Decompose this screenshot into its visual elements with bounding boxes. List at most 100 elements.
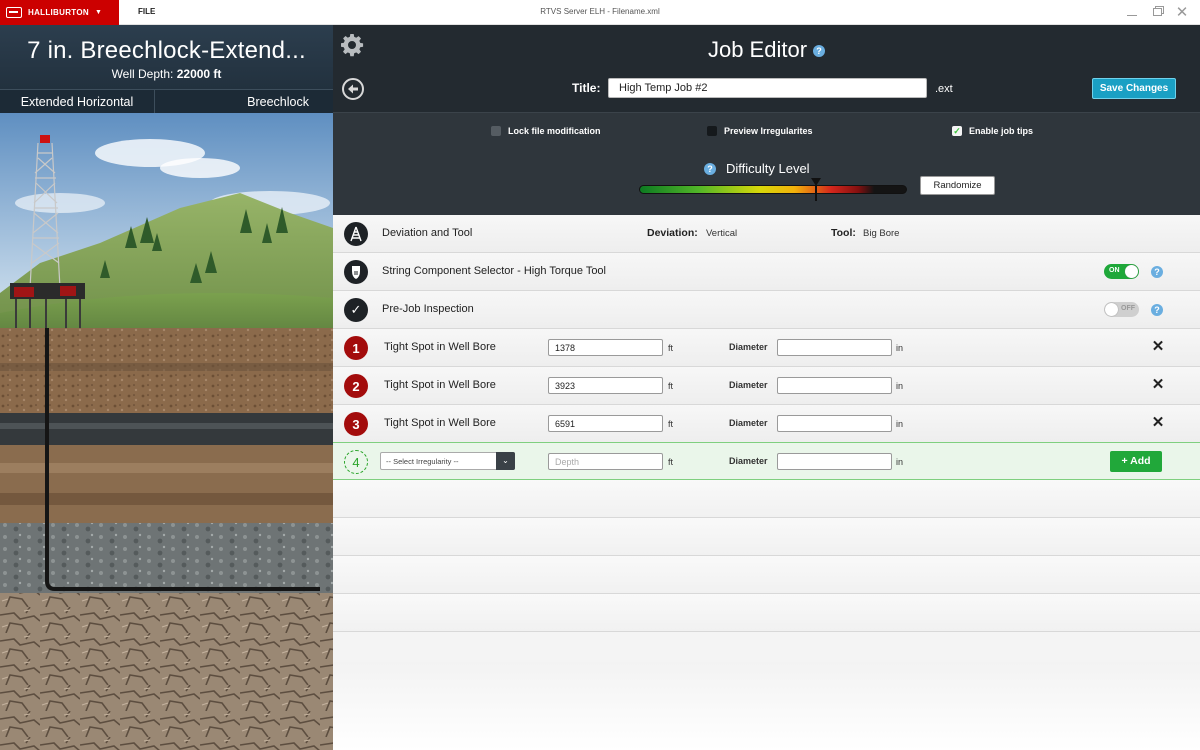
irregularity-row[interactable]: 2 Tight Spot in Well Bore ft Diameter in… [333,367,1200,405]
remove-icon[interactable]: ✕ [1151,376,1165,394]
randomize-button[interactable]: Randomize [920,176,995,195]
close-window-button[interactable]: ✕ [1174,4,1190,21]
depth-unit: ft [668,419,674,429]
irregularity-select-value: -- Select Irregularity -- [386,457,459,466]
irregularity-label: Tight Spot in Well Bore [384,341,496,353]
preview-irregularities-checkbox[interactable] [707,126,717,136]
pre-job-inspection-row[interactable]: ✓ Pre-Job Inspection OFF ? [333,291,1200,329]
diameter-input[interactable] [777,415,892,432]
enable-job-tips-option[interactable]: ✓ Enable job tips [952,126,1033,136]
arrow-left-icon [348,84,358,94]
depth-input[interactable] [548,377,663,394]
new-depth-input[interactable] [548,453,663,470]
diameter-unit: in [896,343,904,353]
enable-job-tips-checkbox[interactable]: ✓ [952,126,962,136]
irregularity-row[interactable]: 1 Tight Spot in Well Bore ft Diameter in… [333,329,1200,367]
diameter-label: Diameter [729,342,768,352]
lock-file-option[interactable]: Lock file modification [491,126,601,136]
preview-irregularities-option[interactable]: Preview Irregularites [707,126,813,136]
caret-down-icon: ▼ [94,9,102,16]
deviation-tool-row[interactable]: Deviation and Tool Deviation: Vertical T… [333,215,1200,253]
tool-label: Tool: [831,227,856,239]
job-summary-header: 7 in. Breechlock-Extend... Well Depth: 2… [0,25,333,89]
tab-breechlock[interactable]: Breechlock [155,90,333,113]
checkmark-icon: ✓ [953,125,961,136]
string-component-toggle[interactable]: ON [1104,264,1139,279]
add-irregularity-row[interactable]: 4 -- Select Irregularity -- ⌄ ft Diamete… [333,442,1200,480]
diameter-unit: in [896,419,904,429]
help-icon[interactable]: ? [1151,304,1163,316]
help-icon[interactable]: ? [1151,266,1163,278]
tab-extended-horizontal[interactable]: Extended Horizontal [0,90,155,113]
close-icon: ✕ [1175,4,1189,21]
deviation-label: Deviation: [647,227,698,239]
new-irregularity-number: 4 [344,450,368,474]
well-visualization-panel: 7 in. Breechlock-Extend... Well Depth: 2… [0,25,333,750]
back-button[interactable] [342,78,364,100]
irregularity-number: 2 [344,374,368,398]
drill-bit-icon [344,260,368,284]
depth-input[interactable] [548,415,663,432]
chevron-down-icon: ⌄ [496,452,515,470]
add-irregularity-button[interactable]: + Add [1110,451,1162,472]
toggle-knob [1105,303,1118,316]
irregularity-label: Tight Spot in Well Bore [384,417,496,429]
well-cross-section-scene [0,113,333,750]
empty-row [333,518,1200,556]
remove-icon[interactable]: ✕ [1151,338,1165,356]
empty-row [333,480,1200,518]
well-type-tabs: Extended Horizontal Breechlock [0,89,333,113]
brand-menu-button[interactable]: HALLIBURTON ▼ [0,0,119,25]
page-title: Job Editor? [333,37,1200,63]
job-options-panel: Lock file modification Preview Irregular… [333,112,1200,215]
deviation-tool-label: Deviation and Tool [382,227,473,239]
help-icon[interactable]: ? [704,162,716,175]
irregularity-select[interactable]: -- Select Irregularity -- ⌄ [380,452,515,470]
job-name: 7 in. Breechlock-Extend... [27,37,306,64]
difficulty-level-heading: ? Difficulty Level [704,161,810,176]
well-depth-value: 22000 ft [176,67,222,81]
help-icon[interactable]: ? [813,45,826,57]
difficulty-level-label: Difficulty Level [726,161,810,176]
diameter-label: Diameter [729,418,768,428]
lock-file-label: Lock file modification [508,126,601,136]
well-depth-label: Well Depth: [111,67,174,81]
empty-row [333,556,1200,594]
file-extension: .ext [935,83,953,95]
list-bottom-area [333,662,1200,750]
difficulty-slider-handle[interactable] [810,178,821,201]
halliburton-logo-icon [6,7,22,18]
string-component-label: String Component Selector - High Torque … [382,265,606,277]
drill-rig-icon [344,222,368,246]
brand-name: HALLIBURTON [28,8,89,17]
save-changes-button[interactable]: Save Changes [1092,78,1176,99]
toggle-state-text: OFF [1121,305,1135,312]
new-diameter-input[interactable] [777,453,892,470]
remove-icon[interactable]: ✕ [1151,414,1165,432]
diameter-label: Diameter [729,456,768,466]
diameter-input[interactable] [777,339,892,356]
pre-job-inspection-toggle[interactable]: OFF [1104,302,1139,317]
irregularity-label: Tight Spot in Well Bore [384,379,496,391]
title-input[interactable] [608,78,927,98]
irregularity-row[interactable]: 3 Tight Spot in Well Bore ft Diameter in… [333,405,1200,443]
depth-input[interactable] [548,339,663,356]
diameter-unit: in [896,381,904,391]
job-editor-header: Job Editor? Title: .ext Save Changes [333,25,1200,112]
diameter-label: Diameter [729,380,768,390]
string-component-row[interactable]: String Component Selector - High Torque … [333,253,1200,291]
difficulty-slider[interactable] [639,185,907,194]
tool-value: Big Bore [863,228,900,239]
diameter-unit: in [896,457,904,467]
empty-row [333,594,1200,632]
irregularity-number: 1 [344,336,368,360]
irregularity-number: 3 [344,412,368,436]
maximize-button[interactable] [1149,4,1165,20]
well-depth: Well Depth: 22000 ft [0,67,333,81]
diameter-input[interactable] [777,377,892,394]
minimize-button[interactable] [1124,4,1140,20]
lock-file-checkbox[interactable] [491,126,501,136]
page-title-text: Job Editor [707,37,808,62]
pre-job-inspection-label: Pre-Job Inspection [382,303,474,315]
file-menu[interactable]: FILE [138,7,155,16]
